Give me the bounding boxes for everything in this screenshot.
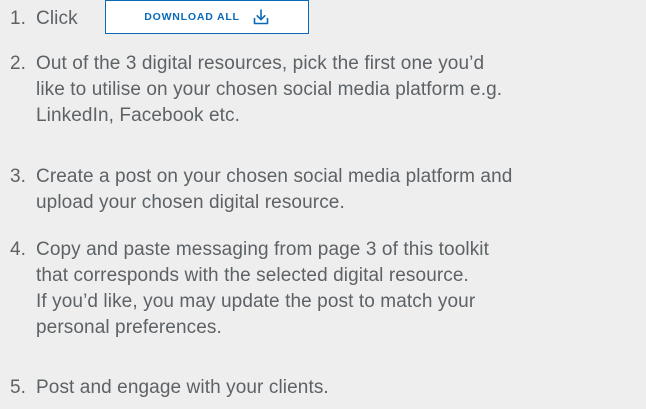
step-text-line: like to utilise on your chosen social me… <box>36 79 503 100</box>
step-text-line: Create a post on your chosen social medi… <box>36 166 513 187</box>
step-number: 2. <box>10 53 27 74</box>
step-text: Click <box>36 8 78 29</box>
step-text: Copy and paste messaging from page 3 of … <box>36 237 640 341</box>
step-text-line: that corresponds with the selected digit… <box>36 265 469 286</box>
step-4: 4. Copy and paste messaging from page 3 … <box>10 237 640 341</box>
step-text-line: personal preferences. <box>36 317 222 338</box>
step-text-line: Out of the 3 digital resources, pick the… <box>36 53 485 74</box>
download-all-label: DOWNLOAD ALL <box>144 11 240 23</box>
step-number: 1. <box>10 8 27 29</box>
step-text-line: LinkedIn, Facebook etc. <box>36 105 241 126</box>
step-2: 2. Out of the 3 digital resources, pick … <box>10 51 640 129</box>
step-number: 4. <box>10 239 27 260</box>
step-3: 3. Create a post on your chosen social m… <box>10 164 640 216</box>
step-number: 3. <box>10 166 27 187</box>
step-text: Post and engage with your clients. <box>36 377 329 398</box>
step-5: 5. Post and engage with your clients. <box>10 375 640 401</box>
instructions-page: 1. Click DOWNLOAD ALL 2. Out of the 3 di… <box>0 0 646 409</box>
download-all-button[interactable]: DOWNLOAD ALL <box>105 0 309 34</box>
step-text: Create a post on your chosen social medi… <box>36 164 640 216</box>
step-text-line: If you’d like, you may update the post t… <box>36 291 476 312</box>
download-icon <box>252 8 270 26</box>
step-1: 1. Click DOWNLOAD ALL <box>10 0 640 34</box>
step-text: Out of the 3 digital resources, pick the… <box>36 51 640 129</box>
step-text-line: Copy and paste messaging from page 3 of … <box>36 239 490 260</box>
step-text-line: upload your chosen digital resource. <box>36 192 345 213</box>
step-number: 5. <box>10 377 27 398</box>
